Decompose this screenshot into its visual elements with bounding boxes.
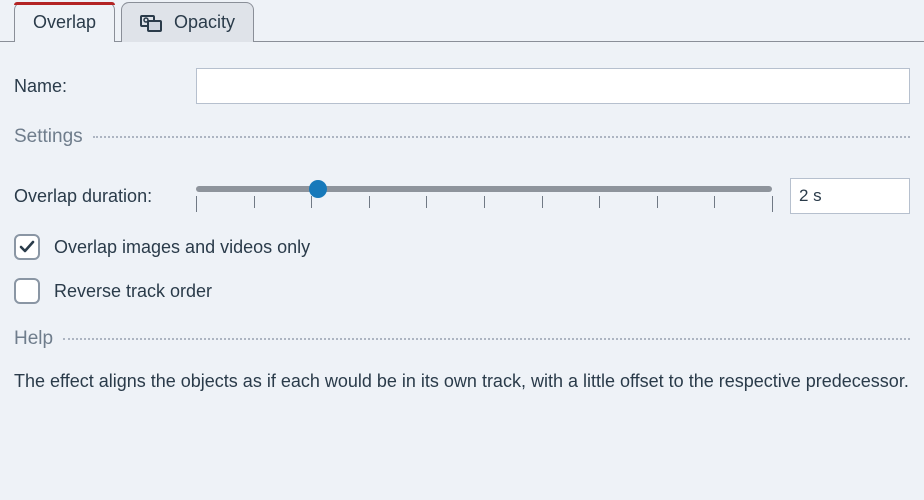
help-text: The effect aligns the objects as if each…	[14, 368, 910, 395]
overlap-images-videos-checkbox[interactable]	[14, 234, 40, 260]
section-settings: Settings	[14, 126, 910, 148]
overlap-duration-label: Overlap duration:	[14, 186, 196, 207]
section-help: Help	[14, 328, 910, 350]
overlap-duration-value[interactable]	[791, 179, 924, 213]
divider-dots	[63, 338, 910, 340]
overlap-duration-row: Overlap duration:	[14, 176, 910, 216]
overlap-duration-spinner[interactable]	[790, 178, 910, 214]
tab-opacity-label: Opacity	[174, 12, 235, 33]
tab-opacity[interactable]: Opacity	[121, 2, 254, 42]
tab-overlap[interactable]: Overlap	[14, 2, 115, 42]
overlap-duration-slider[interactable]	[196, 176, 772, 216]
name-label: Name:	[14, 76, 196, 97]
slider-ticks	[196, 196, 772, 214]
name-input[interactable]	[196, 68, 910, 104]
slider-track	[196, 186, 772, 192]
reverse-order-checkbox[interactable]	[14, 278, 40, 304]
app-root: Overlap Opacity Name: Settings O	[0, 0, 924, 500]
overlap-images-videos-label[interactable]: Overlap images and videos only	[54, 237, 310, 258]
layers-icon	[140, 13, 166, 33]
tab-content: Name: Settings Overlap duration:	[0, 42, 924, 395]
overlap-images-videos-row: Overlap images and videos only	[14, 234, 910, 260]
reverse-order-label[interactable]: Reverse track order	[54, 281, 212, 302]
section-help-label: Help	[14, 328, 53, 350]
overlap-duration-controls	[196, 176, 910, 216]
section-settings-label: Settings	[14, 126, 83, 148]
checkmark-icon	[18, 238, 36, 256]
divider-dots	[93, 136, 910, 138]
reverse-order-row: Reverse track order	[14, 278, 910, 304]
tab-overlap-label: Overlap	[33, 12, 96, 33]
tab-bar: Overlap Opacity	[0, 0, 924, 42]
name-row: Name:	[14, 68, 910, 104]
